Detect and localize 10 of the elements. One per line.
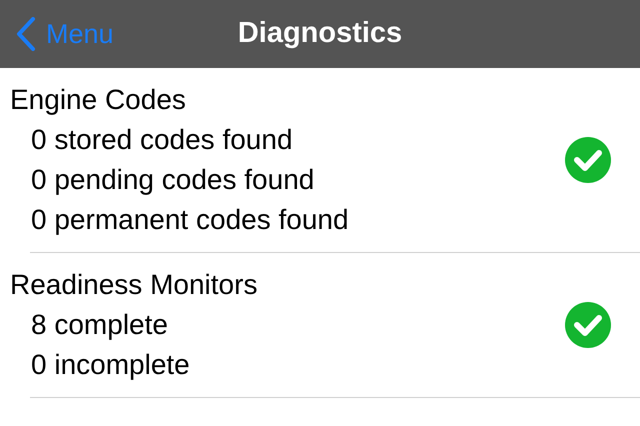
status-line: 0 pending codes found <box>30 163 316 197</box>
section-title: Readiness Monitors <box>10 268 258 302</box>
back-button[interactable]: Menu <box>0 17 114 51</box>
status-line: 0 stored codes found <box>30 123 294 157</box>
status-line: 0 incomplete <box>30 348 191 382</box>
screen-title: Diagnostics <box>238 17 402 50</box>
status-line: 8 complete <box>30 308 169 342</box>
chevron-left-icon <box>16 17 36 51</box>
section-title: Engine Codes <box>10 83 187 117</box>
status-line: 0 permanent codes found <box>30 203 349 237</box>
